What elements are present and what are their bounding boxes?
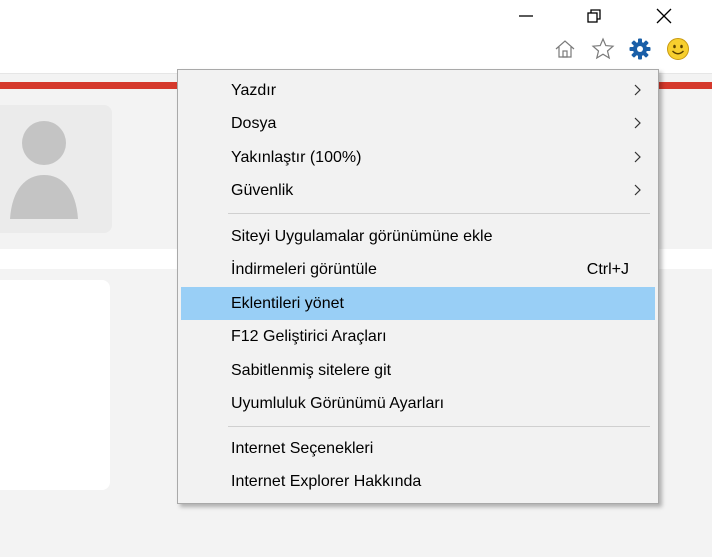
- feedback-button[interactable]: [666, 36, 690, 62]
- tools-menu: Yazdır Dosya Yakınlaştır (100%) Güvenlik…: [177, 69, 659, 504]
- menu-item-label: İndirmeleri görüntüle: [231, 260, 377, 278]
- profile-card[interactable]: [0, 105, 112, 233]
- submenu-arrow-icon: [634, 151, 641, 163]
- home-icon: [555, 40, 575, 58]
- restore-icon: [587, 9, 601, 23]
- menu-item-label: Yazdır: [231, 81, 277, 99]
- menu-item-label: Dosya: [231, 114, 277, 132]
- menu-item-about-internet-explorer[interactable]: Internet Explorer Hakkında: [181, 465, 655, 498]
- content-card: [0, 280, 110, 490]
- menu-item-file[interactable]: Dosya: [181, 107, 655, 140]
- minimize-button[interactable]: [508, 4, 544, 28]
- menu-item-label: Sabitlenmiş sitelere git: [231, 361, 392, 379]
- menu-separator: [228, 426, 650, 427]
- menu-item-f12-developer-tools[interactable]: F12 Geliştirici Araçları: [181, 320, 655, 353]
- menu-item-label: Uyumluluk Görünümü Ayarları: [231, 394, 445, 412]
- menu-item-label: Siteyi Uygulamalar görünümüne ekle: [231, 227, 493, 245]
- tools-button[interactable]: [628, 36, 652, 62]
- favorites-button[interactable]: [591, 36, 615, 62]
- menu-item-print[interactable]: Yazdır: [181, 74, 655, 107]
- menu-item-label: Yakınlaştır (100%): [231, 148, 362, 166]
- restore-button[interactable]: [576, 4, 612, 28]
- menu-item-view-downloads[interactable]: İndirmeleri görüntüle Ctrl+J: [181, 253, 655, 286]
- smiley-feedback-icon: [667, 38, 689, 60]
- submenu-arrow-icon: [634, 184, 641, 196]
- menu-item-label: Eklentileri yönet: [231, 294, 344, 312]
- minimize-icon: [519, 15, 533, 17]
- menu-item-label: Güvenlik: [231, 181, 294, 199]
- menu-item-zoom[interactable]: Yakınlaştır (100%): [181, 141, 655, 174]
- menu-separator: [228, 213, 650, 214]
- submenu-arrow-icon: [634, 84, 641, 96]
- menu-item-manage-add-ons[interactable]: Eklentileri yönet: [181, 287, 655, 320]
- menu-item-label: Internet Seçenekleri: [231, 439, 374, 457]
- menu-item-compatibility-view-settings[interactable]: Uyumluluk Görünümü Ayarları: [181, 387, 655, 420]
- user-avatar-icon: [10, 121, 78, 219]
- menu-item-pinned-sites[interactable]: Sabitlenmiş sitelere git: [181, 354, 655, 387]
- close-icon: [656, 8, 672, 24]
- favorites-star-icon: [591, 37, 615, 60]
- menu-item-safety[interactable]: Güvenlik: [181, 174, 655, 207]
- submenu-arrow-icon: [634, 117, 641, 129]
- close-button[interactable]: [646, 4, 682, 28]
- menu-item-internet-options[interactable]: Internet Seçenekleri: [181, 432, 655, 465]
- tools-gear-icon: [629, 38, 651, 60]
- home-button[interactable]: [553, 36, 577, 62]
- menu-item-shortcut: Ctrl+J: [586, 260, 629, 278]
- menu-item-add-site-to-apps[interactable]: Siteyi Uygulamalar görünümüne ekle: [181, 220, 655, 253]
- menu-item-label: F12 Geliştirici Araçları: [231, 327, 387, 345]
- menu-item-label: Internet Explorer Hakkında: [231, 472, 422, 490]
